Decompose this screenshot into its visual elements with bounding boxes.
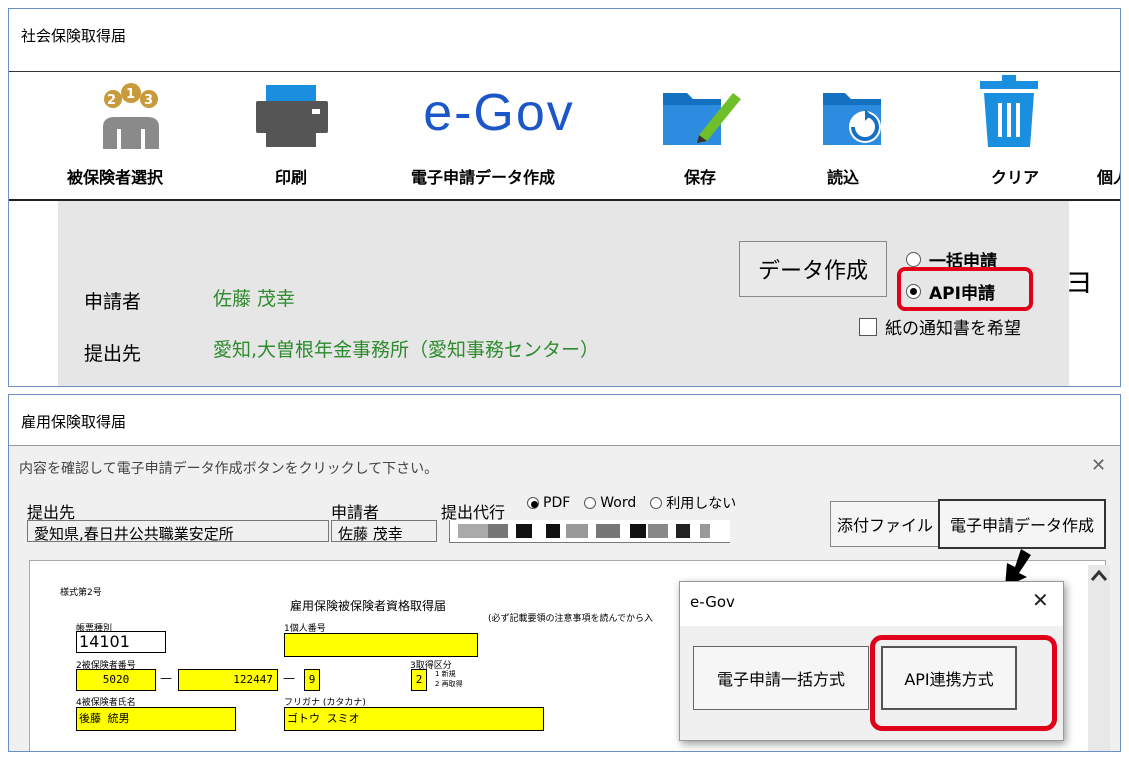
data-create-button[interactable]: データ作成 [739,241,887,297]
personal-number-field[interactable] [284,633,478,657]
print-button[interactable] [252,79,332,153]
dash: — [160,671,172,685]
insured-select-label: 被保険者選択 [67,168,164,187]
window-title: 雇用保険取得届 [21,413,127,431]
option-word[interactable]: Word [584,493,636,513]
radio-pdf[interactable] [527,497,539,509]
egov-create-button[interactable]: e-Gov [404,83,594,143]
applicant-label: 申請者 [84,291,142,313]
egov-create-label: 電子申請データ作成 [411,168,556,187]
instruction-text: 内容を確認して電子申請データ作成ボタンをクリックして下さい。 [19,461,439,477]
bulk-method-button[interactable]: 電子申請一括方式 [693,646,869,710]
load-button[interactable] [814,79,894,153]
radio-bulk-circle[interactable] [906,252,921,267]
window-title: 社会保険取得届 [21,27,127,45]
option-word-label: Word [600,495,637,511]
folder-save-icon [663,93,741,145]
personal-label[interactable]: 個人 [1097,164,1120,188]
clear-label: クリア [991,168,1040,187]
insured-select-icon: 2 1 3 [103,83,159,149]
paper-notice-checkbox[interactable]: 紙の通知書を希望 [859,314,1021,339]
dash: — [283,671,295,685]
radio-none[interactable] [650,497,663,509]
redaction-blocks [458,524,710,538]
slip-type-field[interactable]: 14101 [76,631,166,653]
folder-load-icon [823,93,881,145]
egov-data-create-button[interactable]: 電子申請データ作成 [938,499,1106,549]
form-number: 様式第2号 [60,588,102,598]
submit-to-label: 提出先 [84,343,142,365]
clear-button[interactable] [969,75,1049,153]
trash-icon [980,75,1038,147]
paper-notice-label: 紙の通知書を希望 [885,319,1021,339]
dialog-title: e-Gov [690,593,735,611]
option-pdf[interactable]: PDF [527,493,570,513]
insured-name-field[interactable]: 後藤 統男 [76,707,236,731]
acquisition-type-field[interactable]: 2 [411,669,427,691]
attach-file-button[interactable]: 添付ファイル [830,501,940,547]
output-options: PDF Word 利用しない [527,493,736,513]
furigana-field[interactable]: ゴトウ スミオ [284,707,544,731]
printer-icon [256,85,328,147]
divider [9,71,1120,72]
print-label: 印刷 [275,168,308,187]
insured-number-a[interactable]: 5020 [76,669,156,691]
submit-to-field[interactable]: 愛知県,春日井公共職業安定所 [27,520,329,543]
option-none-label: 利用しない [666,496,737,512]
acquisition-opt2: 2 再取得 [435,680,463,688]
save-label: 保存 [684,168,717,187]
svg-text:1: 1 [126,87,135,102]
scroll-up-icon[interactable] [1088,565,1110,587]
insured-number-c[interactable]: 9 [304,669,320,691]
scrollbar[interactable] [1088,565,1110,751]
highlight-box [897,267,1033,311]
form-note: (必ず記載要領の注意事項を読んでから入 [488,614,654,624]
radio-word[interactable] [584,497,597,509]
option-none[interactable]: 利用しない [650,493,736,513]
dialog-close-icon[interactable]: ✕ [1032,588,1049,612]
insured-select-button[interactable]: 2 1 3 [91,79,171,153]
save-button[interactable] [659,79,741,153]
proxy-field-redacted[interactable] [449,520,730,543]
acquisition-opt1: 1 新規 [435,670,456,678]
svg-text:3: 3 [144,93,153,108]
employment-insurance-window: 雇用保険取得届 内容を確認して電子申請データ作成ボタンをクリックして下さい。 ✕… [8,394,1121,752]
close-icon[interactable]: ✕ [1091,455,1106,476]
load-label: 読込 [827,168,860,187]
egov-logo: e-Gov [423,84,575,142]
edge-glyph: ヨ [1065,266,1094,299]
svg-text:2: 2 [107,93,116,108]
insured-number-b[interactable]: 122447 [178,669,278,691]
checkbox-box[interactable] [859,317,877,336]
submit-to-value: 愛知,大曽根年金事務所（愛知事務センター） [213,339,600,361]
highlight-box [870,635,1057,731]
social-insurance-window: 社会保険取得届 2 1 3 被保険者選択 印刷 e-Gov 電子申請データ作成 [8,8,1121,387]
applicant-value: 佐藤 茂幸 [213,288,296,310]
option-pdf-label: PDF [543,495,571,511]
applicant-field[interactable]: 佐藤 茂幸 [331,520,437,543]
form-title: 雇用保険被保険者資格取得届 [290,599,447,613]
